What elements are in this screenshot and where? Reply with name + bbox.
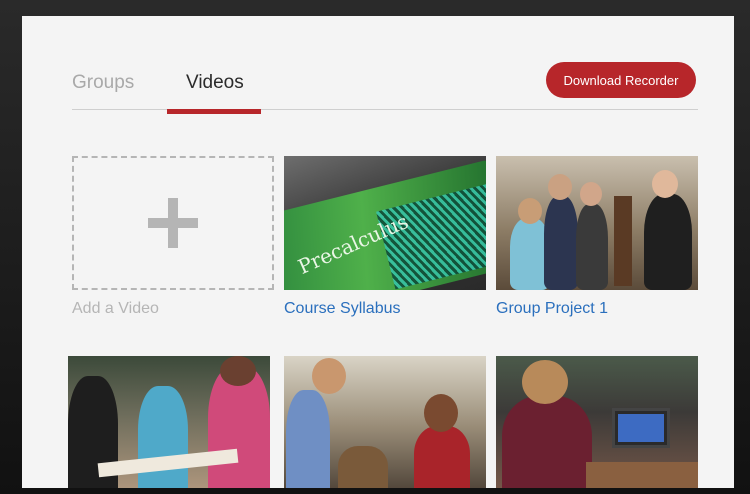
laptop-screen [618,414,664,442]
student-head [220,356,256,386]
plus-icon [148,198,198,248]
student-figure [338,446,388,488]
student-figure [414,426,470,488]
tab-groups[interactable]: Groups [72,72,134,94]
download-recorder-button[interactable]: Download Recorder [546,62,696,98]
teacher-figure [544,196,578,290]
video-caption[interactable]: Course Syllabus [284,300,486,318]
video-tile[interactable] [68,356,270,488]
video-thumbnail[interactable] [284,356,486,488]
student-figure [502,396,592,488]
student-figure [644,194,692,290]
student-figure [576,204,608,290]
video-thumbnail[interactable] [496,356,698,488]
video-tile-group-project-1[interactable]: Group Project 1 [496,156,698,318]
active-tab-indicator [167,109,261,114]
video-thumbnail[interactable]: Precalculus [284,156,486,290]
student-head [518,198,542,224]
student-head [580,182,602,206]
app-screen: Groups Videos Download Recorder Add a Vi… [22,16,734,488]
student-head [522,360,568,404]
video-thumbnail[interactable] [68,356,270,488]
teacher-head [548,174,572,200]
video-tile[interactable] [496,356,698,488]
video-tile-course-syllabus[interactable]: Precalculus Course Syllabus [284,156,486,318]
video-caption[interactable]: Group Project 1 [496,300,698,318]
teacher-head [312,358,346,394]
add-video-tile[interactable]: Add a Video [72,156,274,318]
student-head [424,394,458,432]
student-figure [138,386,188,488]
door [614,196,632,286]
add-video-thumb[interactable] [72,156,274,290]
student-head [652,170,678,198]
add-video-label[interactable]: Add a Video [72,300,274,318]
desk [586,462,698,488]
teacher-figure [286,390,330,488]
video-thumbnail[interactable] [496,156,698,290]
video-tile[interactable] [284,356,486,488]
tab-videos[interactable]: Videos [186,72,244,94]
